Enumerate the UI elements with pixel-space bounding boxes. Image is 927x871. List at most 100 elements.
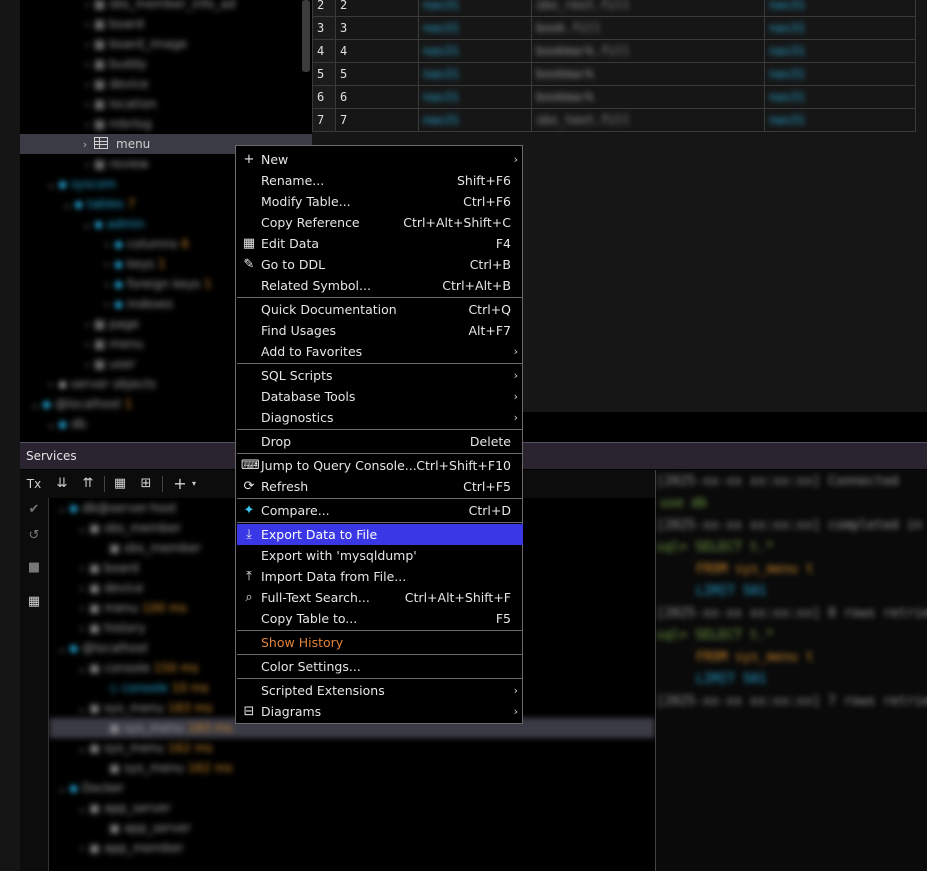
tree-row-blurred[interactable]: › ▦ user [80,354,136,374]
svc-row-blurred[interactable]: ⌄ ▣ console 150 ms [75,658,198,678]
blurred-cell[interactable]: nas31 [418,0,532,17]
tree-row-blurred[interactable]: › ▦ buddy [80,54,147,74]
id-cell[interactable]: 7 [335,108,419,132]
blurred-cell[interactable]: nas31 [418,108,532,132]
menu-item-export-data-to-file[interactable]: ⤓ Export Data to File [237,524,523,545]
id-cell[interactable]: 4 [335,39,419,63]
collapse-all-icon[interactable]: ⇈ [78,474,98,494]
blurred-cell[interactable]: nas31 [764,108,916,132]
menu-item-scripted-extensions[interactable]: Scripted Extensions › [237,680,523,701]
menu-item-full-text-search[interactable]: ⌕ Full-Text Search... Ctrl+Alt+Shift+F [237,587,523,608]
tree-row-blurred[interactable]: › ▦ board [80,14,144,34]
id-cell[interactable]: 2 [335,0,419,17]
tree-row-blurred[interactable]: › ◆ columns 6 [100,234,189,254]
tree-row-blurred[interactable]: › ▦ board_image [80,34,187,54]
blurred-cell[interactable]: bookmark [531,62,765,86]
menu-item-show-history[interactable]: Show History [237,632,523,653]
grid-row[interactable]: 3 3 nas31 book.fill nas31 [312,16,916,40]
menu-item-rename[interactable]: Rename... Shift+F6 [237,170,523,191]
svc-row-blurred[interactable]: ▣ app_server [95,818,191,838]
svc-row-blurred[interactable]: › ▣ history [75,618,146,638]
menu-item-database-tools[interactable]: Database Tools › [237,386,523,407]
tree-row-blurred[interactable]: › ▦ page [80,314,139,334]
menu-item-compare[interactable]: ✦ Compare... Ctrl+D [237,500,523,521]
menu-item-new[interactable]: + New › [237,149,523,170]
svc-row-blurred[interactable]: ⌄ ◆ @localhost [55,638,148,658]
tree-row-blurred[interactable]: › ▦ sbs_member_info_ad [80,0,236,14]
menu-item-color-settings[interactable]: Color Settings... [237,656,523,677]
grid-row[interactable]: 2 2 nas31 sbs_rest.fill nas31 [312,0,916,17]
tree-row-blurred[interactable]: ⌄ ◆ syscom [44,174,116,194]
commit-check-icon[interactable]: ✔ [24,500,44,520]
dropdown-arrow-icon[interactable]: ▾ [184,474,204,494]
svc-row-blurred[interactable]: ⌄ ◆ db@server-host [55,498,176,518]
svc-row-blurred[interactable]: ▣ sys_menu 162 ms [95,758,233,778]
tree-row-blurred[interactable]: ⌄ ◆ db [44,414,86,434]
svc-row-blurred[interactable]: › ▣ device [75,578,144,598]
menu-item-export-with-mysqldump[interactable]: Export with 'mysqldump' [237,545,523,566]
layout-icon[interactable]: ▦ [24,592,44,612]
blurred-cell[interactable]: sbs_text.fill [531,108,765,132]
menu-item-refresh[interactable]: ⟳ Refresh Ctrl+F5 [237,476,523,497]
svc-row-blurred[interactable]: ⌄ ◆ Docker [55,778,124,798]
blurred-cell[interactable]: bookmark.fill [531,39,765,63]
stop-icon[interactable]: ■ [24,558,44,578]
new-tab-icon[interactable]: ⊞ [136,474,156,494]
blurred-cell[interactable]: nas31 [764,0,916,17]
svc-row-blurred[interactable]: › ▣ menu 100 ms [75,598,187,618]
menu-item-go-to-ddl[interactable]: ✎ Go to DDL Ctrl+B [237,254,523,275]
blurred-cell[interactable]: nas31 [764,85,916,109]
blurred-cell[interactable]: sbs_rest.fill [531,0,765,17]
blurred-cell[interactable]: nas31 [418,39,532,63]
svc-row-blurred[interactable]: ◇ console 10 ms [95,678,209,698]
blurred-cell[interactable]: nas31 [764,16,916,40]
menu-item-quick-documentation[interactable]: Quick Documentation Ctrl+Q [237,299,523,320]
chevron-right-icon[interactable]: › [78,135,92,155]
svc-row-blurred[interactable]: ▣ sbs_member [95,538,201,558]
menu-item-add-to-favorites[interactable]: Add to Favorites › [237,341,523,362]
tree-row-blurred[interactable]: › ▦ menu [80,334,144,354]
menu-item-modify-table[interactable]: Modify Table... Ctrl+F6 [237,191,523,212]
blurred-cell[interactable]: nas31 [418,85,532,109]
svc-row-blurred[interactable]: ⌄ ▣ app_server [75,798,170,818]
expand-all-icon[interactable]: ⇊ [52,474,72,494]
tree-row-blurred[interactable]: ⌄ ◆ @localhost 1 [28,394,132,414]
rollback-icon[interactable]: ↺ [24,526,44,546]
menu-item-find-usages[interactable]: Find Usages Alt+F7 [237,320,523,341]
tree-row-blurred[interactable]: › ◆ keys 1 [100,254,166,274]
tree-row-blurred[interactable]: › ▦ review [80,154,149,174]
blurred-cell[interactable]: bookmark [531,85,765,109]
tree-row-blurred[interactable]: › ▦ device [80,74,149,94]
blurred-cell[interactable]: nas31 [764,62,916,86]
grid-row[interactable]: 6 6 nas31 bookmark nas31 [312,85,916,109]
menu-item-drop[interactable]: Drop Delete [237,431,523,452]
id-cell[interactable]: 6 [335,85,419,109]
blurred-cell[interactable]: nas31 [418,62,532,86]
grid-row[interactable]: 5 5 nas31 bookmark nas31 [312,62,916,86]
tree-row-blurred[interactable]: ⌄ ◆ tables 7 [60,194,135,214]
tree-row-blurred[interactable]: › ▦ location [80,94,157,114]
grid-row[interactable]: 4 4 nas31 bookmark.fill nas31 [312,39,916,63]
menu-item-copy-table-to[interactable]: Copy Table to... F5 [237,608,523,629]
id-cell[interactable]: 3 [335,16,419,40]
tree-row-blurred[interactable]: › ◆ foreign keys 1 [100,274,212,294]
tree-row-blurred[interactable]: › ◆ server objects [44,374,156,394]
tree-scrollbar[interactable] [302,0,310,72]
blurred-cell[interactable]: nas31 [764,39,916,63]
menu-item-jump-to-query-console[interactable]: ⌨ Jump to Query Console... Ctrl+Shift+F10 [237,455,523,476]
menu-item-import-data-from-file[interactable]: ⤒ Import Data from File... [237,566,523,587]
menu-item-diagrams[interactable]: ⊟ Diagrams › [237,701,523,722]
menu-item-edit-data[interactable]: ▦ Edit Data F4 [237,233,523,254]
menu-item-diagnostics[interactable]: Diagnostics › [237,407,523,428]
menu-item-sql-scripts[interactable]: SQL Scripts › [237,365,523,386]
svc-row-blurred[interactable]: ⌄ ▣ sys_menu 183 ms [75,698,212,718]
menu-item-related-symbol[interactable]: Related Symbol... Ctrl+Alt+B [237,275,523,296]
tree-row-blurred[interactable]: › ◆ indexes [100,294,173,314]
tree-row-blurred[interactable]: ⌄ ◆ admin [80,214,144,234]
tree-row-blurred[interactable]: › ▦ mbrlog [80,114,152,134]
svc-row-blurred[interactable]: ⌄ ▣ sbs_member [75,518,181,538]
menu-item-copy-reference[interactable]: Copy Reference Ctrl+Alt+Shift+C [237,212,523,233]
blurred-cell[interactable]: nas31 [418,16,532,40]
svc-row-blurred[interactable]: ⌄ ▣ sys_menu 162 ms [75,738,212,758]
svc-row-blurred[interactable]: › ▣ board [75,558,139,578]
